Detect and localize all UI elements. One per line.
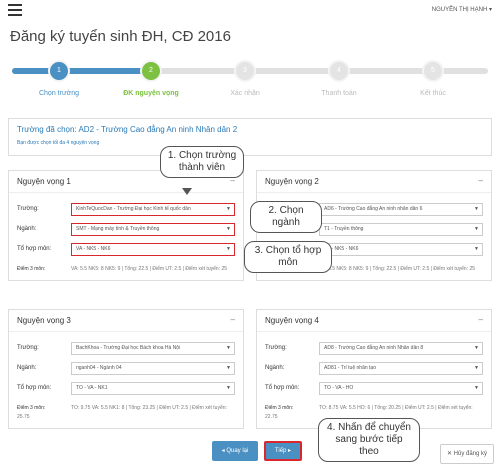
chevron-down-icon: ▼	[474, 384, 479, 391]
combo-select[interactable]: TO - VA - NK1 ▼	[71, 381, 235, 395]
school-select-value: AD6 - Trường Cao đẳng An ninh nhân dân 6	[324, 205, 423, 212]
scores-label: Điểm 3 môn:	[17, 405, 46, 411]
selected-school-note: Bạn được chọn tối đa 4 nguyện vọng	[17, 140, 100, 146]
wish-card-header: Nguyện vọng 3 –	[9, 310, 243, 332]
chevron-down-icon: ▼	[474, 205, 479, 212]
major-select[interactable]: AD81 - Trí tuệ nhân tạo ▼	[319, 361, 483, 375]
step-2-label: ĐK nguyện vọng	[123, 90, 179, 97]
back-button[interactable]: ◂ Quay lại	[212, 441, 258, 461]
cancel-registration-button[interactable]: ✕ Hủy đăng ký	[440, 444, 494, 464]
wish-card-title: Nguyện vọng 2	[265, 177, 319, 186]
next-button[interactable]: Tiếp ▸	[264, 441, 302, 461]
school-label: Trường:	[17, 345, 39, 351]
user-menu[interactable]: NGUYỄN THỊ HẠNH ▾	[432, 6, 492, 13]
step-5: 5	[422, 60, 444, 82]
wish-card-1: Nguyện vọng 1 – Trường: KinhTeQuocDan - …	[8, 170, 244, 281]
school-select-value: KinhTeQuocDan - Trường Đại học Kinh tế q…	[76, 205, 191, 212]
major-select-value: nganh04 - Ngành 04	[76, 364, 122, 371]
combo-select-value: TO - VA - NK1	[76, 384, 108, 391]
combo-select[interactable]: VA - NK5 - NK6 ▼	[319, 242, 483, 256]
chevron-down-icon: ▼	[226, 225, 231, 232]
wish-card-header: Nguyện vọng 2 –	[257, 171, 491, 193]
chevron-down-icon: ▼	[474, 364, 479, 371]
chevron-down-icon: ▼	[226, 205, 231, 212]
step-5-label: Kết thúc	[420, 90, 446, 97]
combo-select[interactable]: TO - VA - HO ▼	[319, 381, 483, 395]
chevron-down-icon: ▼	[474, 245, 479, 252]
school-label: Trường:	[265, 345, 287, 351]
chevron-down-icon: ▼	[474, 344, 479, 351]
step-4-label: Thanh toán	[321, 90, 357, 97]
major-select[interactable]: SMT - Mạng máy tính & Truyền thông ▼	[71, 222, 235, 236]
chevron-down-icon: ▼	[226, 344, 231, 351]
chevron-down-icon: ▼	[226, 384, 231, 391]
major-label: Ngành:	[265, 365, 285, 371]
step-1-label: Chọn trường	[38, 90, 80, 97]
scores-label: Điểm 3 môn:	[265, 405, 294, 411]
combo-select-value: TO - VA - HO	[324, 384, 354, 391]
collapse-icon[interactable]: –	[231, 315, 235, 324]
chevron-down-icon: ▼	[226, 245, 231, 252]
school-select-value: AD8 - Trường Cao đẳng An ninh Nhân dân 8	[324, 344, 424, 351]
major-label: Ngành:	[17, 226, 37, 232]
scores-label: Điểm 3 môn:	[17, 266, 46, 272]
chevron-down-icon: ▼	[226, 364, 231, 371]
scores-value: VA: 5.5 NK5: 8 NK5: 9 | Tổng: 22.5 | Điể…	[71, 266, 228, 272]
callout-choose-school: 1. Chọn trường thành viên	[160, 146, 244, 178]
step-4: 4	[328, 60, 350, 82]
school-select[interactable]: BachKhoa - Trường Đại học Bách khoa Hà N…	[71, 341, 235, 355]
school-select[interactable]: KinhTeQuocDan - Trường Đại học Kinh tế q…	[71, 202, 235, 216]
callout-choose-combo: 3. Chọn tổ hợp môn	[244, 241, 332, 273]
combo-label: Tổ hợp môn:	[17, 246, 52, 252]
wish-card-4: Nguyện vọng 4 – Trường: AD8 - Trường Cao…	[256, 309, 492, 429]
menu-icon[interactable]	[8, 4, 26, 18]
collapse-icon[interactable]: –	[479, 315, 483, 324]
selected-school-info: Trường đã chọn: AD2 - Trường Cao đẳng An…	[8, 118, 492, 156]
school-select[interactable]: AD8 - Trường Cao đẳng An ninh Nhân dân 8…	[319, 341, 483, 355]
callout-choose-major: 2. Chọn ngành	[250, 201, 322, 233]
wish-card-title: Nguyện vọng 3	[17, 316, 71, 325]
major-select-value: AD81 - Trí tuệ nhân tạo	[324, 364, 376, 371]
stepper-track-fill	[12, 68, 154, 74]
step-3: 3	[234, 60, 256, 82]
page-title: Đăng ký tuyển sinh ĐH, CĐ 2016	[10, 28, 231, 45]
school-select[interactable]: AD6 - Trường Cao đẳng An ninh nhân dân 6…	[319, 202, 483, 216]
step-1[interactable]: 1	[48, 60, 70, 82]
major-select-value: SMT - Mạng máy tính & Truyền thông	[76, 225, 160, 232]
progress-stepper: 1 2 3 4 5 Chọn trường ĐK nguyện vọng Xác…	[8, 58, 492, 110]
combo-label: Tổ hợp môn:	[265, 385, 300, 391]
step-3-label: Xác nhận	[230, 90, 260, 97]
chevron-down-icon: ▼	[474, 225, 479, 232]
callout-next-step: 4. Nhấn để chuyển sang bước tiếp theo	[318, 418, 420, 462]
score-summary: Điểm 3 môn: VA: 5.5 NK5: 8 NK5: 9 | Tổng:…	[17, 259, 235, 274]
scores-value: VA: 5.5 NK5: 8 NK5: 9 | Tổng: 22.5 | Điể…	[319, 266, 476, 272]
wish-card-title: Nguyện vọng 4	[265, 316, 319, 325]
wish-card-3: Nguyện vọng 3 – Trường: BachKhoa - Trườn…	[8, 309, 244, 429]
major-select[interactable]: T1 - Truyền thông ▼	[319, 222, 483, 236]
major-select-value: T1 - Truyền thông	[324, 225, 364, 232]
school-label: Trường:	[17, 206, 39, 212]
combo-select[interactable]: VA - NK5 - NK6 ▼	[71, 242, 235, 256]
wish-card-header: Nguyện vọng 4 –	[257, 310, 491, 332]
school-select-value: BachKhoa - Trường Đại học Bách khoa Hà N…	[76, 344, 181, 351]
callout-pointer	[182, 188, 192, 195]
major-select[interactable]: nganh04 - Ngành 04 ▼	[71, 361, 235, 375]
combo-label: Tổ hợp môn:	[17, 385, 52, 391]
selected-school-title: Trường đã chọn: AD2 - Trường Cao đẳng An…	[17, 125, 238, 134]
wish-card-title: Nguyện vọng 1	[17, 177, 71, 186]
score-summary: Điểm 3 môn: TO: 9.75 VA: 5.5 NK1: 8 | Tổn…	[17, 398, 235, 422]
top-bar: NGUYỄN THỊ HẠNH ▾	[0, 0, 500, 22]
step-2[interactable]: 2	[140, 60, 162, 82]
combo-select-value: VA - NK5 - NK6	[76, 245, 111, 252]
collapse-icon[interactable]: –	[479, 176, 483, 185]
major-label: Ngành:	[17, 365, 37, 371]
